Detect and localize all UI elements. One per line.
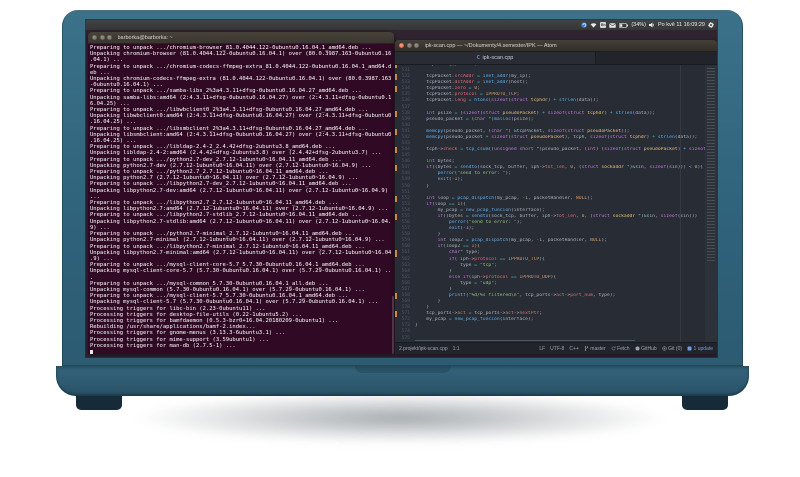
status-git-0-[interactable]: Git (0) [661,346,682,352]
keyboard-layout-icon[interactable]: En [600,22,607,28]
terminal-output[interactable]: Preparing to unpack .../chromium-browser… [88,44,394,354]
status-utf-8[interactable]: UTF-8 [550,346,564,352]
wifi-icon[interactable] [590,22,597,28]
window-close-button[interactable] [399,43,404,48]
terminal-window: barborka@barborka: ~ Preparing to unpack… [88,32,394,354]
tab-label: ipk-scan.cpp [482,55,514,61]
code-editor[interactable]: 530 tcph->urg_ptr = 0;531532 tcpPacket.s… [395,65,717,342]
tab-bar: C ipk-scan.cpp [395,52,717,65]
system-tray: En (34%) Po kvě 11 16:09:29 [581,22,717,28]
git-diff-icon [661,346,667,351]
terminal-cursor [90,349,94,354]
terminal-line: Unpacking libldap-2.4-2:amd64 (2.4.42+df… [90,150,382,157]
status-c-[interactable]: C++ [569,346,578,352]
terminal-line: Unpacking samba-libs:amd64 (2:4.3.11+dfs… [90,94,392,101]
status-bar: 2.projekt/ipk-scan.cpp 1:1 LF UTF-8 C++ mas… [395,342,717,354]
update-icon [687,346,692,351]
terminal-line: Preparing to unpack .../libpython2.7-std… [90,212,362,219]
line-number: 575 [401,335,410,341]
status-1-update[interactable]: 1 update [687,346,713,352]
sync-icon [611,346,616,351]
terminal-line: Preparing to unpack .../libsmbclient_2%3… [90,125,369,132]
window-minimize-button[interactable] [406,43,412,48]
tab-ipk-scan[interactable]: C ipk-scan.cpp [395,52,596,64]
branch-icon [584,346,589,351]
top-panel: En (34%) Po kvě 11 16:09:29 [86,20,717,30]
atom-window: ipk-scan.cpp — ~/Dokumenty/4.semester/IP… [395,40,717,354]
horizontal-scrollbar[interactable] [415,339,635,341]
laptop-shadow [30,390,770,464]
laptop-base [56,366,749,396]
panel-clock[interactable]: Po kvě 11 16:09:29 [658,22,705,28]
status-github[interactable]: GitHub [635,346,657,352]
terminal-line: Unpacking libpython2.7-dev:amd64 (2.7.12… [90,187,389,194]
window-close-button[interactable] [92,35,97,40]
messages-icon[interactable] [609,22,617,28]
status-cursor-position[interactable]: 1:1 [453,346,460,352]
terminal-titlebar[interactable]: barborka@barborka: ~ [88,32,394,44]
status-fetch[interactable]: Fetch [611,346,630,352]
window-maximize-button[interactable] [107,35,112,40]
screen: En (34%) Po kvě 11 16:09:29 barborka@bar… [86,20,717,357]
laptop-latch-notch [354,366,451,373]
atom-titlebar[interactable]: ipk-scan.cpp — ~/Dokumenty/4.semester/IP… [395,40,717,52]
terminal-line: Unpacking libpython2.7-stdlib:amd64 (2.7… [90,218,392,225]
terminal-line: Preparing to unpack .../libpython2.7-min… [90,243,365,250]
cpp-file-icon: C [476,55,480,61]
terminal-line: Unpacking python2.7-minimal (2.7.12-1ubu… [90,237,385,244]
laptop-lid: En (34%) Po kvě 11 16:09:29 barborka@bar… [62,10,743,366]
code-rows: 530 tcph->urg_ptr = 0;531532 tcpPacket.s… [395,65,717,342]
battery-percentage: (34%) [631,22,646,28]
terminal-line: Preparing to unpack .../samba-libs_2%3a4… [90,88,362,95]
terminal-prompt-line [90,349,394,354]
terminal-title: barborka@barborka: ~ [117,34,173,41]
minimap[interactable] [705,65,717,342]
indicator-icon[interactable] [581,22,588,28]
terminal-line: Unpacking libpython2.7-minimal:amd64 (2.… [90,249,392,256]
battery-icon[interactable] [619,22,629,28]
terminal-scrollbar[interactable] [391,296,394,354]
terminal-line: Unpacking mysql-client-core-5.7 (5.7.30-… [90,268,392,275]
session-gear-icon[interactable] [708,22,714,28]
status-lf[interactable]: LF [539,346,545,352]
terminal-line: Unpacking chromium-browser (81.0.4044.12… [90,51,392,58]
window-minimize-button[interactable] [99,35,105,40]
terminal-line: Preparing to unpack .../libpython2.7-dev… [90,181,352,188]
status-file-path[interactable]: 2.projekt/ipk-scan.cpp [399,346,448,352]
atom-title: ipk-scan.cpp — ~/Dokumenty/4.semester/IP… [424,42,557,49]
status-master[interactable]: master [584,346,606,352]
laptop-mockup-scene: En (34%) Po kvě 11 16:09:29 barborka@bar… [0,0,800,477]
terminal-line: Unpacking mysql-client-5.7 (5.7.30-0ubun… [90,299,379,306]
window-maximize-button[interactable] [414,43,419,48]
terminal-line: Preparing to unpack .../chromium-codecs-… [90,63,392,70]
status-right-items: LF UTF-8 C++ master Fetch GitHub Git (0) 1 upda… [539,346,713,352]
github-icon [635,346,640,351]
volume-icon[interactable] [649,22,655,28]
